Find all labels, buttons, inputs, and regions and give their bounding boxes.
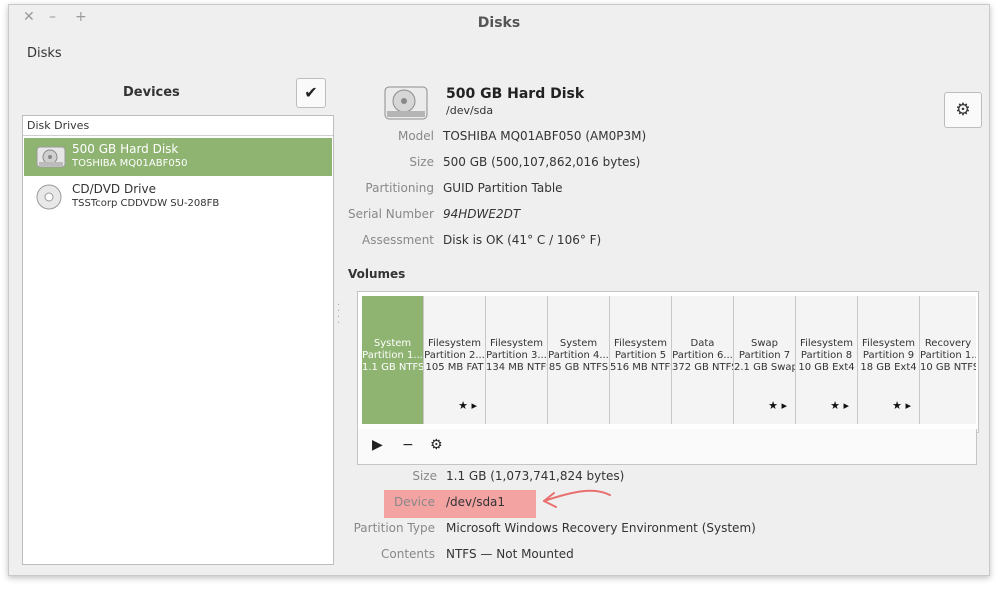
volume-size: 85 GB NTFS [548, 362, 609, 373]
volume-size: 1.1 GB NTFS [362, 362, 424, 373]
window-title: Disks [477, 15, 521, 31]
mount-flags-icon: ★ ▸ [830, 399, 849, 412]
volume-partition-5[interactable]: Filesystem Partition 5 516 MB NTFS [610, 296, 672, 424]
volume-partition: Partition 5 [614, 350, 667, 361]
size-value: 500 GB (500,107,862,016 bytes) [443, 155, 641, 169]
partition-contents-label: Contents [381, 547, 435, 561]
volume-partition: Partition 3... [486, 350, 547, 361]
volume-partition: Partition 2... [424, 350, 485, 361]
delete-partition-icon[interactable]: − [402, 437, 414, 453]
model-value: TOSHIBA MQ01ABF050 (AM0P3M) [443, 129, 647, 143]
volume-partition-7[interactable]: Swap Partition 7 2.1 GB Swap ★ ▸ [734, 296, 796, 424]
select-mode-button[interactable]: ✔ [296, 78, 326, 108]
volume-partition-2[interactable]: Filesystem Partition 2... 105 MB FAT ★ ▸ [424, 296, 486, 424]
volume-size: 134 MB NTFS [486, 362, 548, 373]
serial-label: Serial Number [348, 207, 434, 221]
pane-resize-handle[interactable]: · · · · [337, 301, 341, 333]
mount-play-icon[interactable]: ▶ [372, 437, 383, 453]
mount-flags-icon: ★ ▸ [458, 399, 477, 412]
volume-partition: Partition 1... [362, 350, 423, 361]
partition-type-value: Microsoft Windows Recovery Environment (… [446, 521, 756, 535]
volume-size: 516 MB NTFS [610, 362, 672, 373]
volume-partition-8[interactable]: Filesystem Partition 8 10 GB Ext4 ★ ▸ [796, 296, 858, 424]
partition-settings-icon[interactable]: ⚙ [430, 437, 443, 453]
volume-type: System [559, 338, 598, 349]
device-name: CD/DVD Drive [72, 182, 156, 196]
partitioning-label: Partitioning [365, 181, 434, 195]
device-item-cd-dvd[interactable]: CD/DVD Drive TSSTcorp CDDVDW SU-208FB [24, 178, 332, 216]
volume-partition-9[interactable]: Filesystem Partition 9 18 GB Ext4 ★ ▸ [858, 296, 920, 424]
volume-type: Filesystem [614, 338, 667, 349]
volume-type: Swap [750, 338, 778, 349]
device-list: Disk Drives 500 GB Hard Disk TOSHIBA MQ0… [22, 115, 334, 565]
volume-partition: Partition 7 [738, 350, 791, 361]
volume-partition-6[interactable]: Data Partition 6... 372 GB NTFS [672, 296, 734, 424]
device-model: TSSTcorp CDDVDW SU-208FB [72, 198, 220, 209]
volume-type: Filesystem [862, 338, 915, 349]
volume-size: 2.1 GB Swap [734, 362, 796, 373]
disk-path: /dev/sda [446, 104, 494, 117]
titlebar: ✕ – + Disks [9, 5, 989, 39]
volume-partition: Partition 8 [800, 350, 853, 361]
volume-toolbar: ▶ − ⚙ [357, 429, 977, 465]
volume-size: 10 GB Ext4 [798, 362, 855, 373]
volume-partition-3[interactable]: Filesystem Partition 3... 134 MB NTFS [486, 296, 548, 424]
partition-size-value: 1.1 GB (1,073,741,824 bytes) [446, 469, 625, 483]
assessment-value: Disk is OK (41° C / 106° F) [443, 233, 602, 247]
volume-type: Data [690, 338, 715, 349]
disk-title: 500 GB Hard Disk [446, 86, 585, 102]
device-name: 500 GB Hard Disk [72, 142, 179, 156]
volume-size: 10 GB NTFS [920, 362, 976, 373]
checkmark-icon: ✔ [304, 83, 318, 102]
volume-size: 372 GB NTFS [672, 362, 734, 373]
partitioning-value: GUID Partition Table [443, 181, 563, 195]
partition-size-label: Size [412, 469, 437, 483]
optical-disc-icon [36, 184, 62, 210]
partition-contents-value: NTFS — Not Mounted [446, 547, 574, 561]
partition-device-value: /dev/sda1 [446, 495, 506, 509]
volume-partition: Partition 1... [920, 350, 976, 361]
volume-type: Recovery [924, 338, 972, 349]
device-model: TOSHIBA MQ01ABF050 [72, 158, 188, 169]
hard-disk-icon [36, 146, 66, 168]
partition-device-label: Device [393, 495, 435, 509]
size-label: Size [409, 155, 434, 169]
hard-disk-icon [384, 86, 428, 120]
volume-partition-10[interactable]: Recovery Partition 1... 10 GB NTFS [920, 296, 976, 424]
volume-partition-4[interactable]: System Partition 4... 85 GB NTFS [548, 296, 610, 424]
annotation-arrow-icon [543, 489, 611, 508]
volume-partition-1[interactable]: System Partition 1... 1.1 GB NTFS [362, 296, 424, 424]
list-header-disk-drives: Disk Drives [23, 116, 333, 136]
partition-type-label: Partition Type [353, 521, 435, 535]
disks-window: ✕ – + Disks Disks Devices ✔ Disk Drives … [8, 4, 990, 576]
volume-type: System [373, 338, 412, 349]
serial-value: 94HDWE2DT [443, 207, 521, 221]
mount-flags-icon: ★ ▸ [892, 399, 911, 412]
assessment-label: Assessment [362, 233, 434, 247]
volume-size: 18 GB Ext4 [860, 362, 917, 373]
volume-partition: Partition 4... [548, 350, 609, 361]
volume-type: Filesystem [490, 338, 543, 349]
volumes-heading: Volumes [348, 267, 406, 281]
drive-settings-button[interactable]: ⚙ [944, 92, 982, 128]
volume-partition: Partition 6... [672, 350, 733, 361]
devices-heading: Devices [123, 85, 180, 100]
gear-icon: ⚙ [955, 100, 971, 120]
mount-flags-icon: ★ ▸ [768, 399, 787, 412]
volume-map: System Partition 1... 1.1 GB NTFS Filesyst… [357, 291, 979, 433]
app-menu[interactable]: Disks [27, 46, 62, 61]
volume-type: Filesystem [428, 338, 481, 349]
model-label: Model [397, 129, 434, 143]
volume-type: Filesystem [800, 338, 853, 349]
volume-partition: Partition 9 [862, 350, 915, 361]
device-item-hard-disk[interactable]: 500 GB Hard Disk TOSHIBA MQ01ABF050 [24, 138, 332, 176]
volume-size: 105 MB FAT [425, 362, 484, 373]
